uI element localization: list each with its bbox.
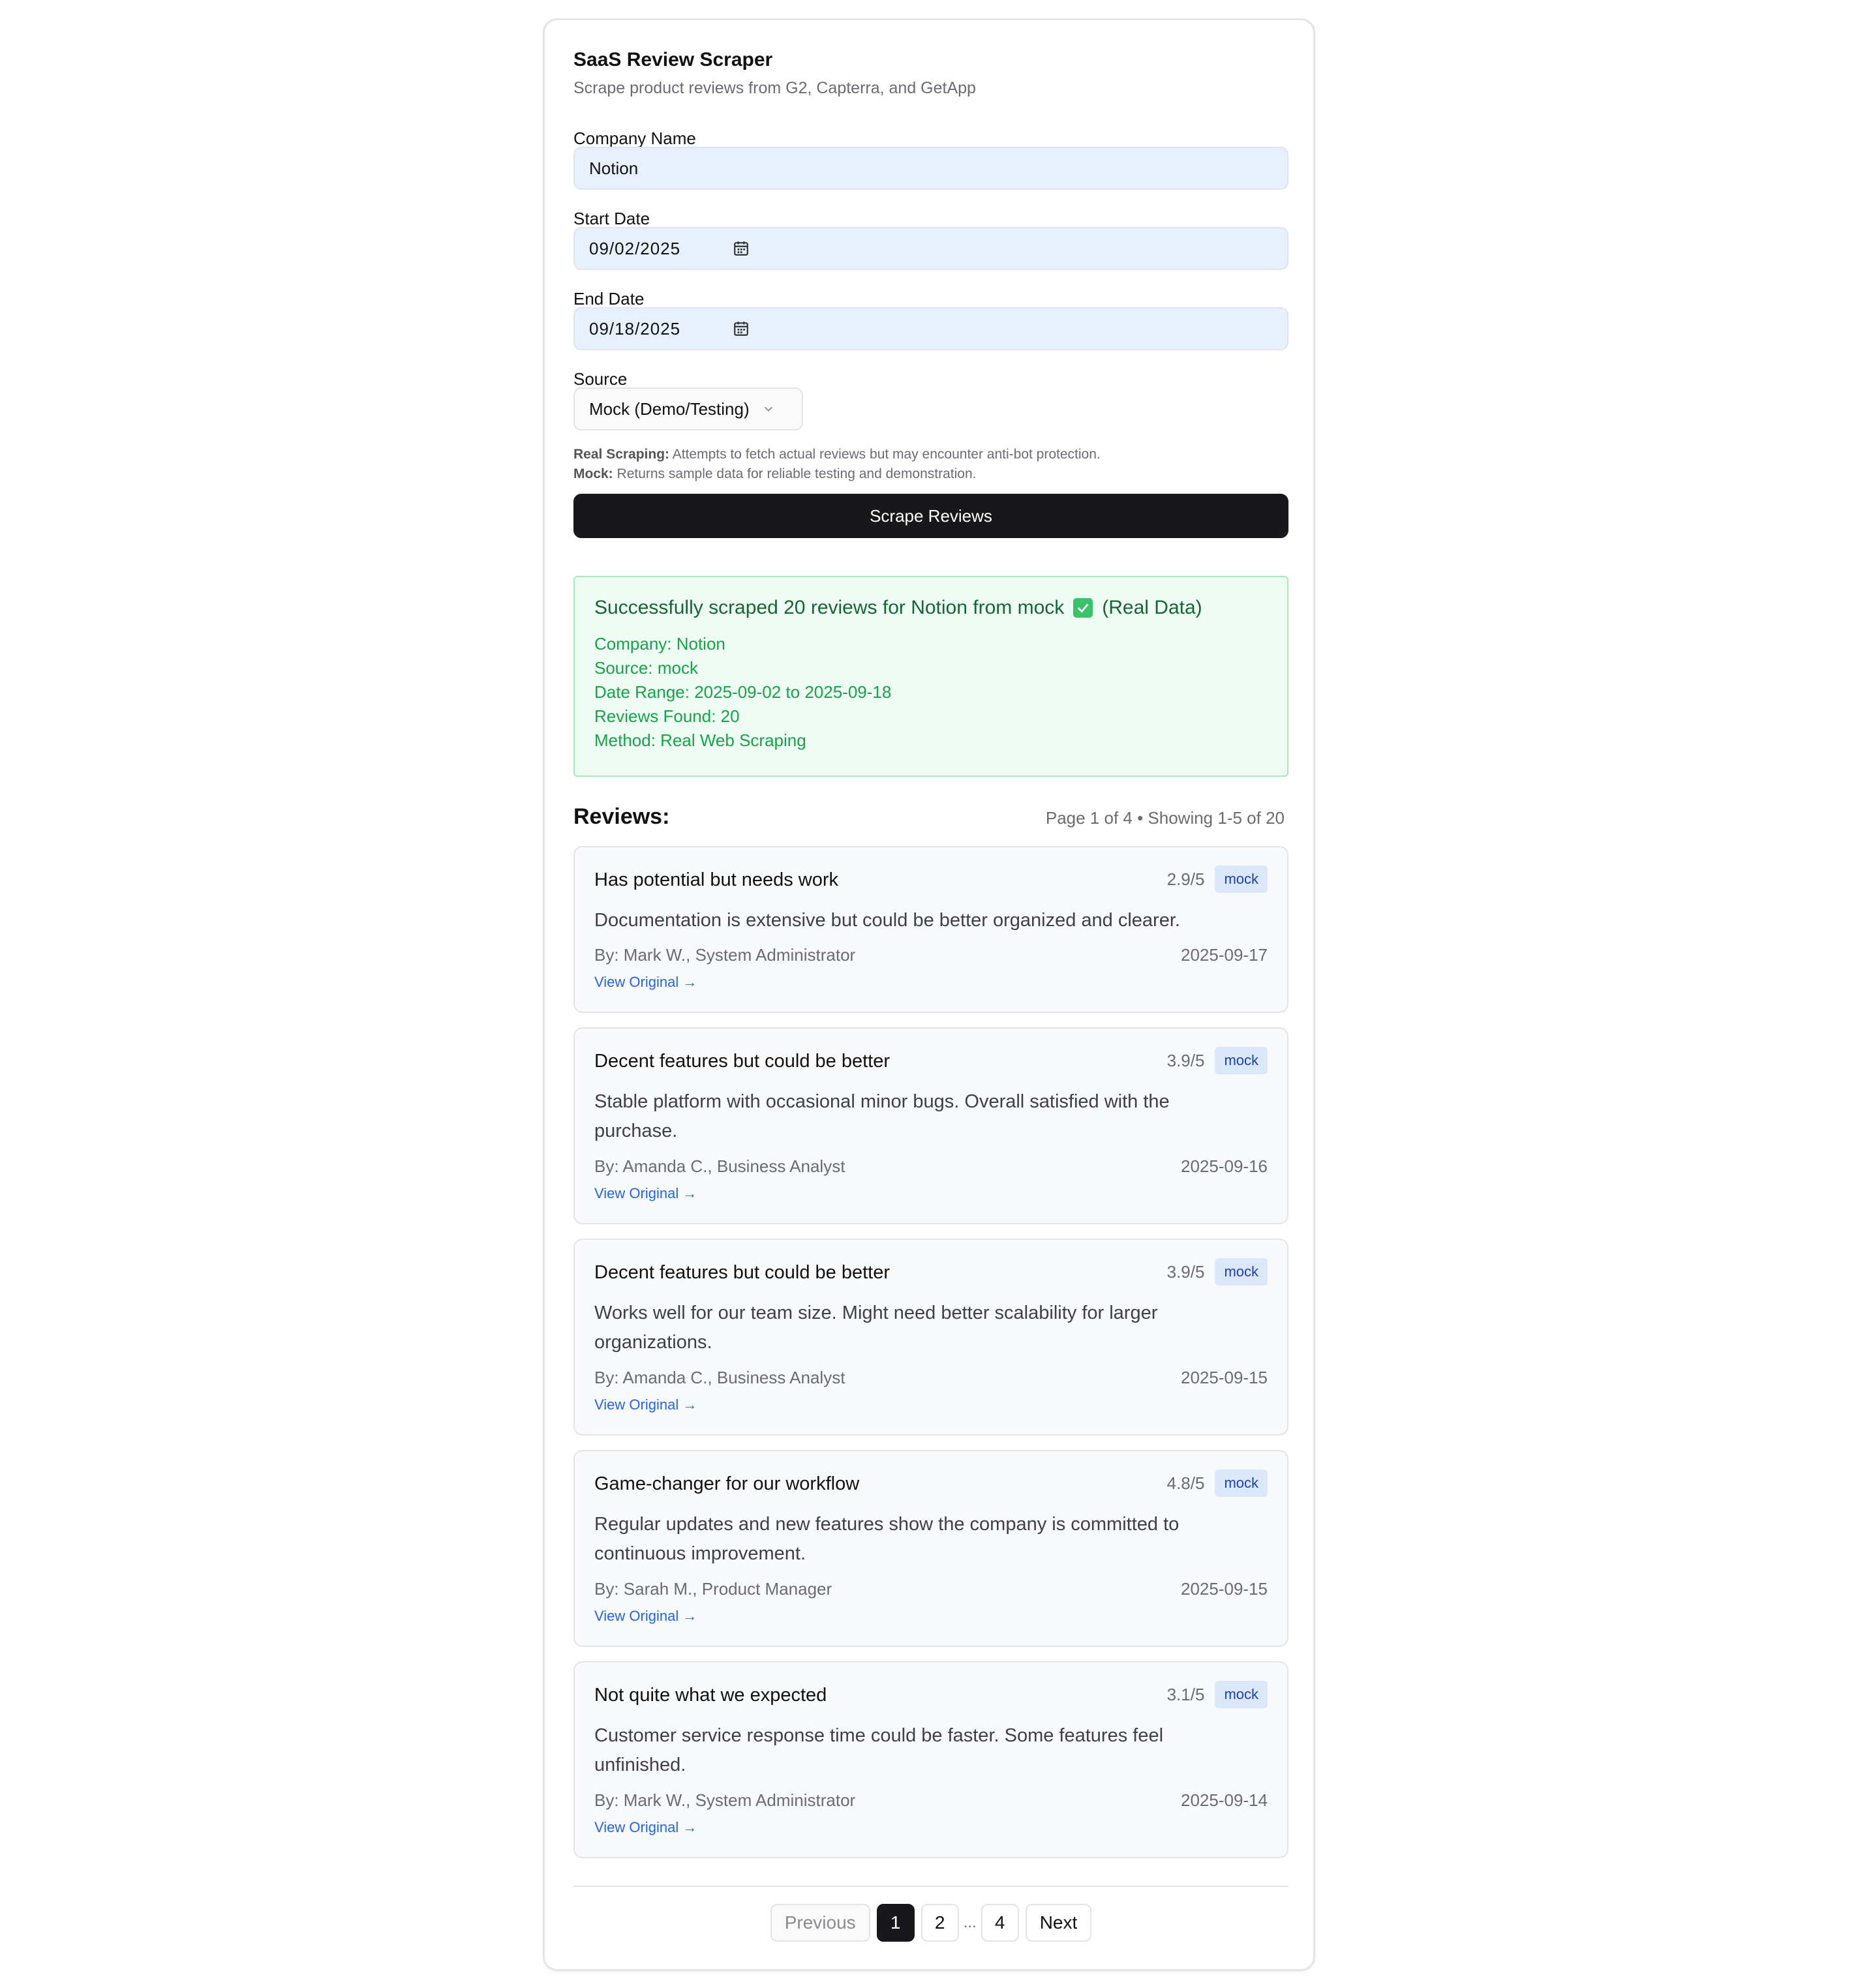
success-details: Company: Notion Source: mock Date Range:…	[594, 632, 1287, 753]
review-author: By: Mark W., System Administrator	[594, 1790, 856, 1810]
success-method: Method: Real Web Scraping	[594, 730, 806, 750]
start-date-value: 09/02/2025	[589, 238, 681, 258]
review-card: Not quite what we expected 3.1/5 mock Cu…	[573, 1661, 1288, 1858]
review-body: Customer service response time could be …	[594, 1725, 1164, 1775]
review-author: By: Amanda C., Business Analyst	[594, 1156, 845, 1176]
success-source: Source: mock	[594, 658, 698, 678]
note-mock-text: Returns sample data for reliable testing…	[613, 466, 977, 481]
pagination: Previous 1 2 ... 4 Next	[545, 1904, 1317, 1942]
review-rating: 3.1/5	[1166, 1684, 1205, 1704]
review-title: Game-changer for our workflow	[594, 1473, 860, 1494]
end-date-label: End Date	[573, 289, 645, 309]
review-card: Decent features but could be better 3.9/…	[573, 1027, 1288, 1224]
check-mark-icon	[1073, 598, 1093, 618]
review-author: By: Sarah M., Product Manager	[594, 1579, 832, 1599]
success-company: Company: Notion	[594, 634, 725, 654]
scraper-card: SaaS Review Scraper Scrape product revie…	[543, 18, 1315, 1971]
chevron-down-icon	[764, 406, 772, 412]
note-mock-bold: Mock:	[573, 466, 613, 481]
review-date: 2025-09-16	[1181, 1156, 1268, 1176]
source-badge: mock	[1215, 1258, 1268, 1286]
scrape-reviews-button[interactable]: Scrape Reviews	[573, 494, 1288, 538]
review-card: Decent features but could be better 3.9/…	[573, 1239, 1288, 1436]
source-selected-value: Mock (Demo/Testing)	[589, 399, 750, 419]
page-4-button[interactable]: 4	[981, 1904, 1019, 1942]
source-label: Source	[573, 369, 628, 389]
end-date-value: 09/18/2025	[589, 318, 681, 339]
review-author: By: Mark W., System Administrator	[594, 945, 856, 965]
review-date: 2025-09-17	[1181, 945, 1268, 965]
review-title: Not quite what we expected	[594, 1685, 827, 1706]
start-date-label: Start Date	[573, 209, 650, 228]
success-alert: Successfully scraped 20 reviews for Noti…	[573, 576, 1288, 777]
review-body: Regular updates and new features show th…	[594, 1514, 1180, 1564]
review-body: Stable platform with occasional minor bu…	[594, 1091, 1170, 1141]
calendar-icon[interactable]	[733, 320, 750, 337]
page-2-button[interactable]: 2	[921, 1904, 959, 1942]
review-date: 2025-09-14	[1181, 1790, 1268, 1810]
source-badge: mock	[1215, 866, 1268, 893]
company-name-input[interactable]: Notion	[573, 147, 1288, 190]
app-subtitle: Scrape product reviews from G2, Capterra…	[573, 79, 976, 97]
company-name-value: Notion	[589, 158, 639, 178]
review-meta: 3.9/5 mock	[1167, 1047, 1268, 1074]
view-original-link[interactable]: View Original →	[594, 1819, 697, 1836]
review-meta: 2.9/5 mock	[1167, 866, 1268, 893]
review-meta: 3.9/5 mock	[1167, 1258, 1268, 1286]
pagination-ellipsis: ...	[963, 1914, 977, 1931]
reviews-heading: Reviews:	[573, 804, 670, 829]
source-note-real: Real Scraping: Attempts to fetch actual …	[573, 445, 1101, 464]
review-title: Has potential but needs work	[594, 869, 838, 890]
review-date: 2025-09-15	[1181, 1579, 1268, 1599]
calendar-icon[interactable]	[733, 240, 750, 257]
start-date-input[interactable]: 09/02/2025	[573, 227, 1288, 270]
review-rating: 3.9/5	[1166, 1261, 1205, 1282]
review-rating: 4.8/5	[1166, 1473, 1205, 1493]
review-rating: 3.9/5	[1166, 1050, 1205, 1070]
view-original-link[interactable]: View Original →	[594, 1608, 697, 1625]
source-note-mock: Mock: Returns sample data for reliable t…	[573, 464, 977, 484]
review-meta: 3.1/5 mock	[1167, 1681, 1268, 1708]
review-meta: 4.8/5 mock	[1167, 1469, 1268, 1497]
next-page-button[interactable]: Next	[1025, 1904, 1092, 1942]
view-original-link[interactable]: View Original →	[594, 1185, 697, 1202]
review-card: Has potential but needs work 2.9/5 mock …	[573, 846, 1288, 1013]
review-rating: 2.9/5	[1166, 869, 1205, 889]
source-badge: mock	[1215, 1681, 1268, 1708]
success-headline-row: Successfully scraped 20 reviews for Noti…	[594, 597, 1287, 619]
review-body: Documentation is extensive but could be …	[594, 910, 1180, 931]
source-badge: mock	[1215, 1047, 1268, 1074]
review-body: Works well for our team size. Might need…	[594, 1303, 1158, 1353]
source-select[interactable]: Mock (Demo/Testing)	[573, 387, 803, 430]
success-headline: Successfully scraped 20 reviews for Noti…	[594, 597, 1065, 618]
note-real-text: Attempts to fetch actual reviews but may…	[669, 447, 1101, 462]
success-date-range: Date Range: 2025-09-02 to 2025-09-18	[594, 682, 892, 702]
review-card: Game-changer for our workflow 4.8/5 mock…	[573, 1450, 1288, 1647]
page-1-button[interactable]: 1	[876, 1904, 915, 1942]
note-real-bold: Real Scraping:	[573, 447, 670, 462]
success-headline-suffix: (Real Data)	[1102, 597, 1202, 618]
review-author: By: Amanda C., Business Analyst	[594, 1368, 845, 1387]
view-original-link[interactable]: View Original →	[594, 974, 697, 991]
success-reviews-found: Reviews Found: 20	[594, 706, 740, 726]
company-name-label: Company Name	[573, 128, 696, 148]
pagination-divider	[573, 1886, 1288, 1887]
review-title: Decent features but could be better	[594, 1051, 891, 1072]
page-info: Page 1 of 4 • Showing 1-5 of 20	[1045, 808, 1285, 828]
previous-page-button[interactable]: Previous	[770, 1904, 870, 1942]
end-date-input[interactable]: 09/18/2025	[573, 307, 1288, 350]
review-date: 2025-09-15	[1181, 1368, 1268, 1387]
view-original-link[interactable]: View Original →	[594, 1396, 697, 1413]
source-badge: mock	[1215, 1469, 1268, 1497]
app-title: SaaS Review Scraper	[573, 49, 773, 70]
review-title: Decent features but could be better	[594, 1262, 891, 1283]
